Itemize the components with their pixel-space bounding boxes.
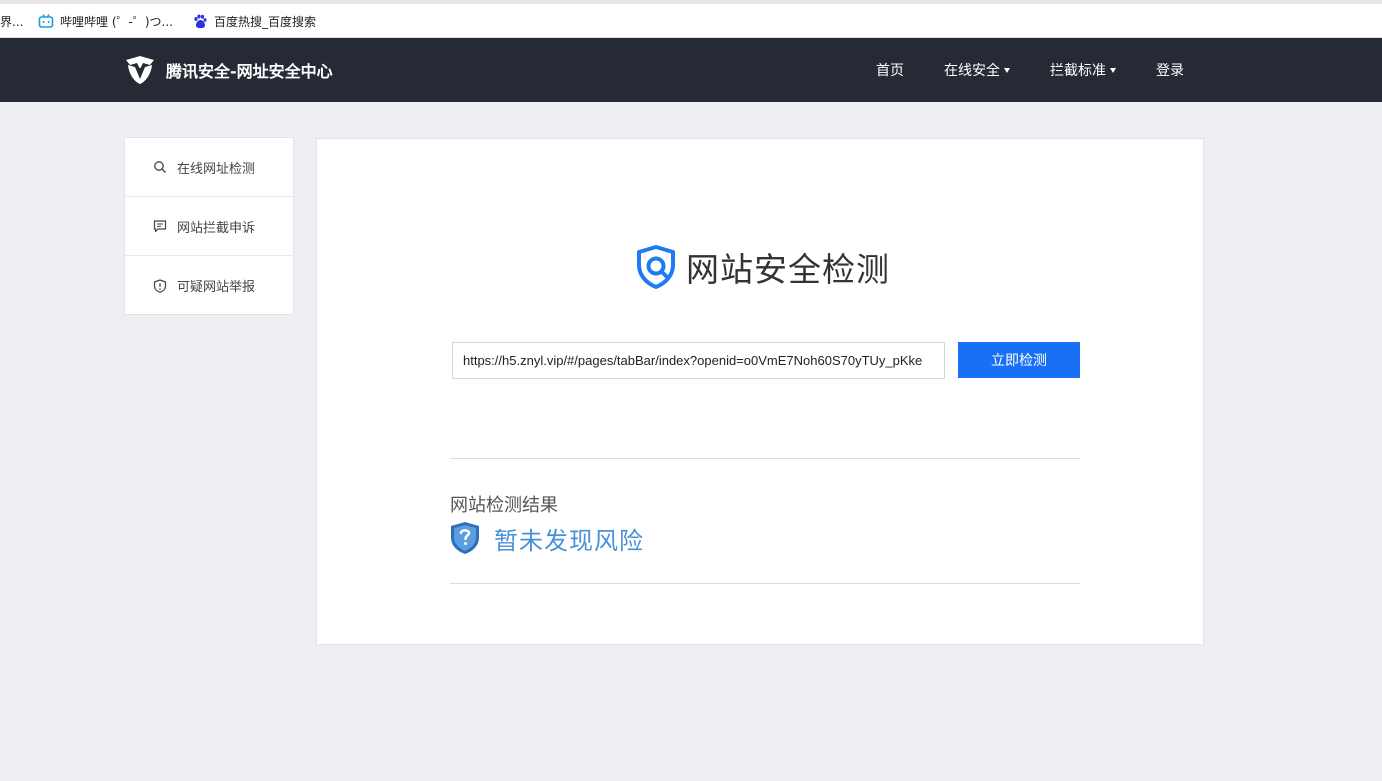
- nav-home[interactable]: 首页: [876, 38, 904, 102]
- result-text: 暂未发现风险: [494, 526, 644, 555]
- bookmark-label: 界...: [0, 14, 24, 29]
- nav-intercept-standard-label: 拦截标准: [1050, 63, 1106, 79]
- search-icon: [154, 161, 166, 173]
- sidebar: 在线网址检测 网站拦截申诉 可疑网站举报: [124, 137, 294, 315]
- sidebar-item-appeal[interactable]: 网站拦截申诉: [125, 197, 293, 256]
- sidebar-item-label: 网站拦截申诉: [177, 220, 256, 236]
- shield-icon: [153, 278, 167, 293]
- main-card: 网站安全检测 立即检测 网站检测结果 暂未发现风险: [316, 138, 1204, 645]
- divider: [450, 458, 1080, 459]
- page-title: 网站安全检测: [686, 250, 890, 289]
- nav-online-security[interactable]: 在线安全: [944, 38, 1010, 102]
- result-heading: 网站检测结果: [450, 495, 558, 516]
- result-status: 暂未发现风险: [450, 520, 644, 556]
- shield-question-icon: [451, 522, 479, 554]
- bookmarks-bar: 界... 哔哩哔哩 (゜-゜)つ... 百度热搜_百度搜索: [0, 0, 1382, 38]
- top-navbar: 腾讯安全-网址安全中心 首页 在线安全 拦截标准 登录: [0, 38, 1382, 102]
- bilibili-icon: [38, 14, 54, 28]
- bookmark-label: 百度热搜_百度搜索: [214, 14, 317, 29]
- bookmark-label: 哔哩哔哩 (゜-゜)つ...: [60, 14, 173, 29]
- sidebar-item-label: 在线网址检测: [177, 161, 256, 177]
- divider: [450, 583, 1080, 584]
- nav-intercept-standard[interactable]: 拦截标准: [1050, 38, 1116, 102]
- bookmark-bilibili[interactable]: 哔哩哔哩 (゜-゜)つ...: [38, 4, 173, 38]
- tencent-security-logo-icon: [126, 56, 154, 84]
- bookmark-baidu[interactable]: 百度热搜_百度搜索: [192, 4, 316, 38]
- nav-home-label: 首页: [876, 63, 904, 79]
- bookmark-item[interactable]: 界...: [0, 4, 23, 38]
- baidu-paw-icon: [194, 14, 207, 29]
- nav-login[interactable]: 登录: [1156, 38, 1184, 102]
- brand-title: 腾讯安全-网址安全中心: [166, 62, 333, 81]
- caret-down-icon: [1110, 67, 1116, 73]
- hero: 网站安全检测: [632, 242, 890, 292]
- brand[interactable]: 腾讯安全-网址安全中心: [123, 52, 333, 88]
- nav-login-label: 登录: [1156, 63, 1184, 79]
- sidebar-item-report[interactable]: 可疑网站举报: [125, 256, 293, 315]
- sidebar-item-label: 可疑网站举报: [177, 280, 256, 295]
- sidebar-item-online-check[interactable]: 在线网址检测: [125, 138, 293, 197]
- comment-icon: [153, 220, 167, 233]
- caret-down-icon: [1004, 67, 1010, 73]
- check-now-button[interactable]: 立即检测: [958, 342, 1080, 378]
- nav-online-security-label: 在线安全: [944, 63, 1000, 79]
- shield-search-logo-icon: [637, 245, 675, 289]
- url-input[interactable]: [452, 342, 945, 379]
